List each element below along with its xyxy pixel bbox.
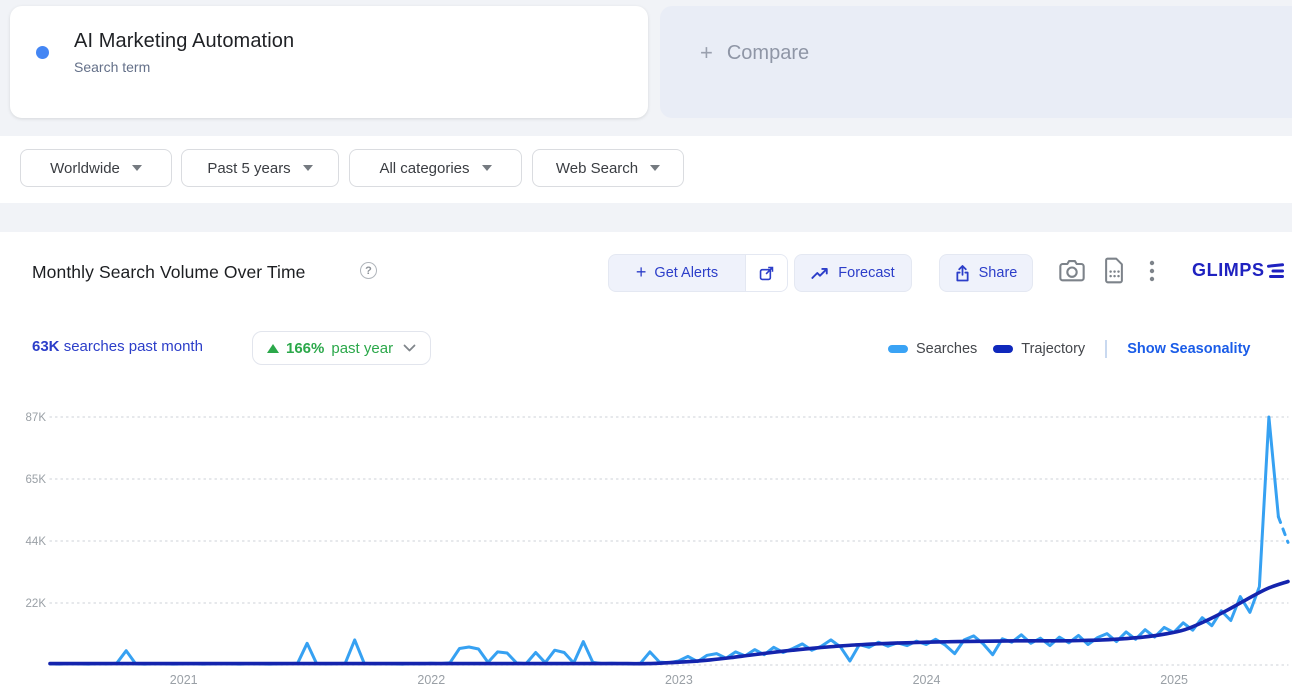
chevron-down-icon xyxy=(481,165,492,171)
get-alerts-button[interactable]: + Get Alerts xyxy=(608,254,788,292)
more-options-button[interactable] xyxy=(1148,259,1156,286)
change-period: past year xyxy=(331,339,394,357)
share-label: Share xyxy=(978,265,1018,281)
category-dropdown[interactable]: All categories xyxy=(349,149,522,187)
forecast-label: Forecast xyxy=(838,265,895,281)
search-term-type: Search term xyxy=(74,59,151,75)
svg-text:65K: 65K xyxy=(26,474,47,486)
svg-text:44K: 44K xyxy=(26,536,47,548)
share-button[interactable]: Share xyxy=(939,254,1033,292)
svg-text:22K: 22K xyxy=(26,598,47,610)
svg-text:87K: 87K xyxy=(26,412,47,424)
legend-divider xyxy=(1105,340,1108,358)
search-volume-panel: Monthly Search Volume Over Time ? + Get … xyxy=(0,232,1292,696)
change-past-year-dropdown[interactable]: 166% past year xyxy=(252,331,432,365)
series-color-dot xyxy=(36,46,49,59)
chevron-down-icon xyxy=(403,344,416,352)
search-type-value: Web Search xyxy=(555,159,639,177)
region-dropdown[interactable]: Worldwide xyxy=(20,149,172,187)
panel-title: Monthly Search Volume Over Time xyxy=(32,262,306,282)
search-term-title: AI Marketing Automation xyxy=(74,30,295,52)
searches-past-month-stat: 63K searches past month xyxy=(32,338,203,355)
chart-legend: Searches Trajectory Show Seasonality xyxy=(888,340,1250,358)
stat-caption: searches past month xyxy=(59,338,203,355)
get-alerts-label: Get Alerts xyxy=(654,265,719,281)
open-alerts-external-button[interactable] xyxy=(745,255,787,291)
chevron-down-icon xyxy=(302,165,313,171)
searches-swatch xyxy=(888,345,908,353)
trending-up-icon xyxy=(811,268,828,279)
region-value: Worldwide xyxy=(50,159,120,177)
search-term-card[interactable]: AI Marketing Automation Search term xyxy=(10,6,648,118)
svg-text:2023: 2023 xyxy=(665,673,693,687)
category-value: All categories xyxy=(379,159,470,177)
compare-add-button[interactable]: + Compare xyxy=(660,6,1292,118)
export-report-button[interactable] xyxy=(1102,257,1126,287)
section-divider xyxy=(0,203,1292,232)
share-icon xyxy=(956,264,969,281)
plus-icon: + xyxy=(700,40,713,65)
increase-arrow-icon xyxy=(267,343,279,353)
external-link-icon xyxy=(759,266,774,280)
plus-icon: + xyxy=(635,261,647,282)
filters-bar: Worldwide Past 5 years All categories We… xyxy=(0,136,1292,203)
trajectory-swatch xyxy=(993,345,1014,353)
show-seasonality-link[interactable]: Show Seasonality xyxy=(1127,341,1250,357)
search-type-dropdown[interactable]: Web Search xyxy=(532,149,684,187)
svg-text:2021: 2021 xyxy=(170,673,198,687)
screenshot-button[interactable] xyxy=(1058,258,1086,287)
time-range-dropdown[interactable]: Past 5 years xyxy=(181,149,339,187)
chevron-down-icon xyxy=(131,165,142,171)
forecast-button[interactable]: Forecast xyxy=(794,254,912,292)
help-icon[interactable]: ? xyxy=(360,262,377,279)
legend-item-trajectory[interactable]: Trajectory xyxy=(993,341,1085,357)
compare-label: Compare xyxy=(726,41,810,64)
volume-chart[interactable]: 22K 44K 65K 87K 2021 2022 2023 2024 2025 xyxy=(0,400,1292,696)
change-percent: 166% xyxy=(286,339,325,357)
svg-text:2022: 2022 xyxy=(417,673,445,687)
search-terms-bar: AI Marketing Automation Search term + Co… xyxy=(0,0,1292,136)
svg-text:2024: 2024 xyxy=(913,673,941,687)
camera-icon xyxy=(1059,260,1085,282)
searches-legend-label: Searches xyxy=(916,341,978,357)
kebab-menu-icon xyxy=(1149,260,1155,282)
svg-text:2025: 2025 xyxy=(1160,673,1188,687)
glimpse-logo[interactable]: GLIMPS xyxy=(1192,260,1284,281)
chevron-down-icon xyxy=(650,165,661,171)
legend-item-searches[interactable]: Searches xyxy=(888,341,977,357)
trajectory-legend-label: Trajectory xyxy=(1021,341,1086,357)
time-range-value: Past 5 years xyxy=(207,159,291,177)
report-document-icon xyxy=(1105,257,1123,284)
stat-value: 63K xyxy=(32,338,60,355)
glimpse-e-glyph xyxy=(1266,262,1284,278)
